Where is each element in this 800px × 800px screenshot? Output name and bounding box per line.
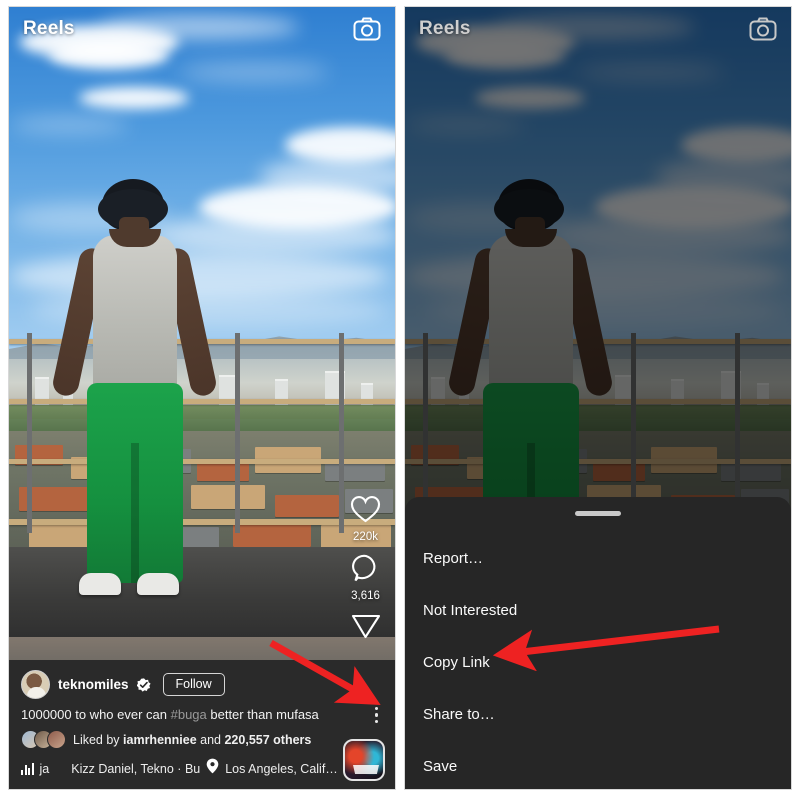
caption-hashtag[interactable]: #buga bbox=[171, 707, 207, 722]
comment-button[interactable]: 3,616 bbox=[351, 553, 381, 602]
buga-game-thumbnail[interactable] bbox=[343, 739, 385, 781]
liker-avatars bbox=[21, 730, 66, 749]
audio-title[interactable]: Kizz Daniel, Tekno · Bu bbox=[71, 762, 200, 776]
reels-topbar: Reels bbox=[9, 7, 395, 51]
follow-button[interactable]: Follow bbox=[162, 672, 225, 697]
location-name[interactable]: Los Angeles, Calif… bbox=[225, 762, 338, 776]
comment-count: 3,616 bbox=[351, 590, 380, 602]
camera-icon[interactable] bbox=[353, 17, 381, 41]
author-row: teknomiles Follow bbox=[21, 668, 383, 702]
menu-item-share-to[interactable]: Share to… bbox=[405, 688, 791, 740]
menu-item-report[interactable]: Report… bbox=[405, 532, 791, 584]
heart-icon bbox=[350, 495, 381, 529]
page-title: Reels bbox=[23, 18, 75, 39]
audio-language-tag: ja bbox=[39, 761, 50, 776]
caption-row: 1000000 to who ever can #buga better tha… bbox=[21, 706, 384, 723]
audio-location-row: ja Kizz Daniel, Tekno · Bu Los Angeles, … bbox=[21, 758, 383, 779]
audio-waveform-icon bbox=[21, 762, 34, 775]
screenshot-stage: Reels 220k 3,616 teknomiles Follow 10000… bbox=[0, 0, 800, 800]
comment-icon bbox=[351, 553, 381, 588]
reels-topbar: Reels bbox=[405, 7, 791, 51]
liked-by-row[interactable]: Liked by iamrhenniee and 220,557 others bbox=[21, 730, 383, 749]
liked-by-count[interactable]: 220,557 others bbox=[224, 733, 311, 747]
like-button[interactable]: 220k bbox=[350, 495, 381, 543]
three-dot-menu-icon[interactable] bbox=[370, 706, 384, 723]
liked-by-middle: and bbox=[196, 732, 225, 747]
menu-item-not-interested[interactable]: Not Interested bbox=[405, 584, 791, 636]
location-pin-icon bbox=[206, 758, 219, 779]
camera-icon[interactable] bbox=[749, 17, 777, 41]
menu-item-copy-link[interactable]: Copy Link bbox=[405, 636, 791, 688]
liked-by-prefix: Liked by bbox=[73, 732, 124, 747]
right-phone-panel: Reels Report… Not Interested Copy Link S… bbox=[404, 6, 792, 790]
liker-avatar bbox=[47, 730, 66, 749]
reel-options-sheet: Report… Not Interested Copy Link Share t… bbox=[405, 497, 791, 789]
like-count: 220k bbox=[353, 531, 378, 543]
reel-action-rail: 220k 3,616 bbox=[350, 495, 381, 653]
liked-by-text: Liked by iamrhenniee and 220,557 others bbox=[73, 733, 311, 747]
caption-text-before: 1000000 to who ever can bbox=[21, 707, 171, 723]
reel-info-panel: teknomiles Follow 1000000 to who ever ca… bbox=[9, 659, 395, 789]
avatar[interactable] bbox=[21, 670, 50, 699]
caption-text-after: better than mufasa bbox=[206, 707, 319, 723]
page-title: Reels bbox=[419, 18, 471, 39]
share-icon bbox=[351, 612, 381, 645]
share-button[interactable] bbox=[351, 612, 381, 645]
author-username[interactable]: teknomiles bbox=[58, 677, 129, 692]
sheet-drag-handle[interactable] bbox=[575, 511, 621, 516]
menu-item-save[interactable]: Save bbox=[405, 740, 791, 789]
reel-caption: 1000000 to who ever can #buga better tha… bbox=[21, 707, 339, 722]
verified-badge-icon bbox=[136, 677, 151, 692]
liked-by-username[interactable]: iamrhenniee bbox=[123, 733, 197, 747]
left-phone-panel: Reels 220k 3,616 teknomiles Follow 10000… bbox=[8, 6, 396, 790]
